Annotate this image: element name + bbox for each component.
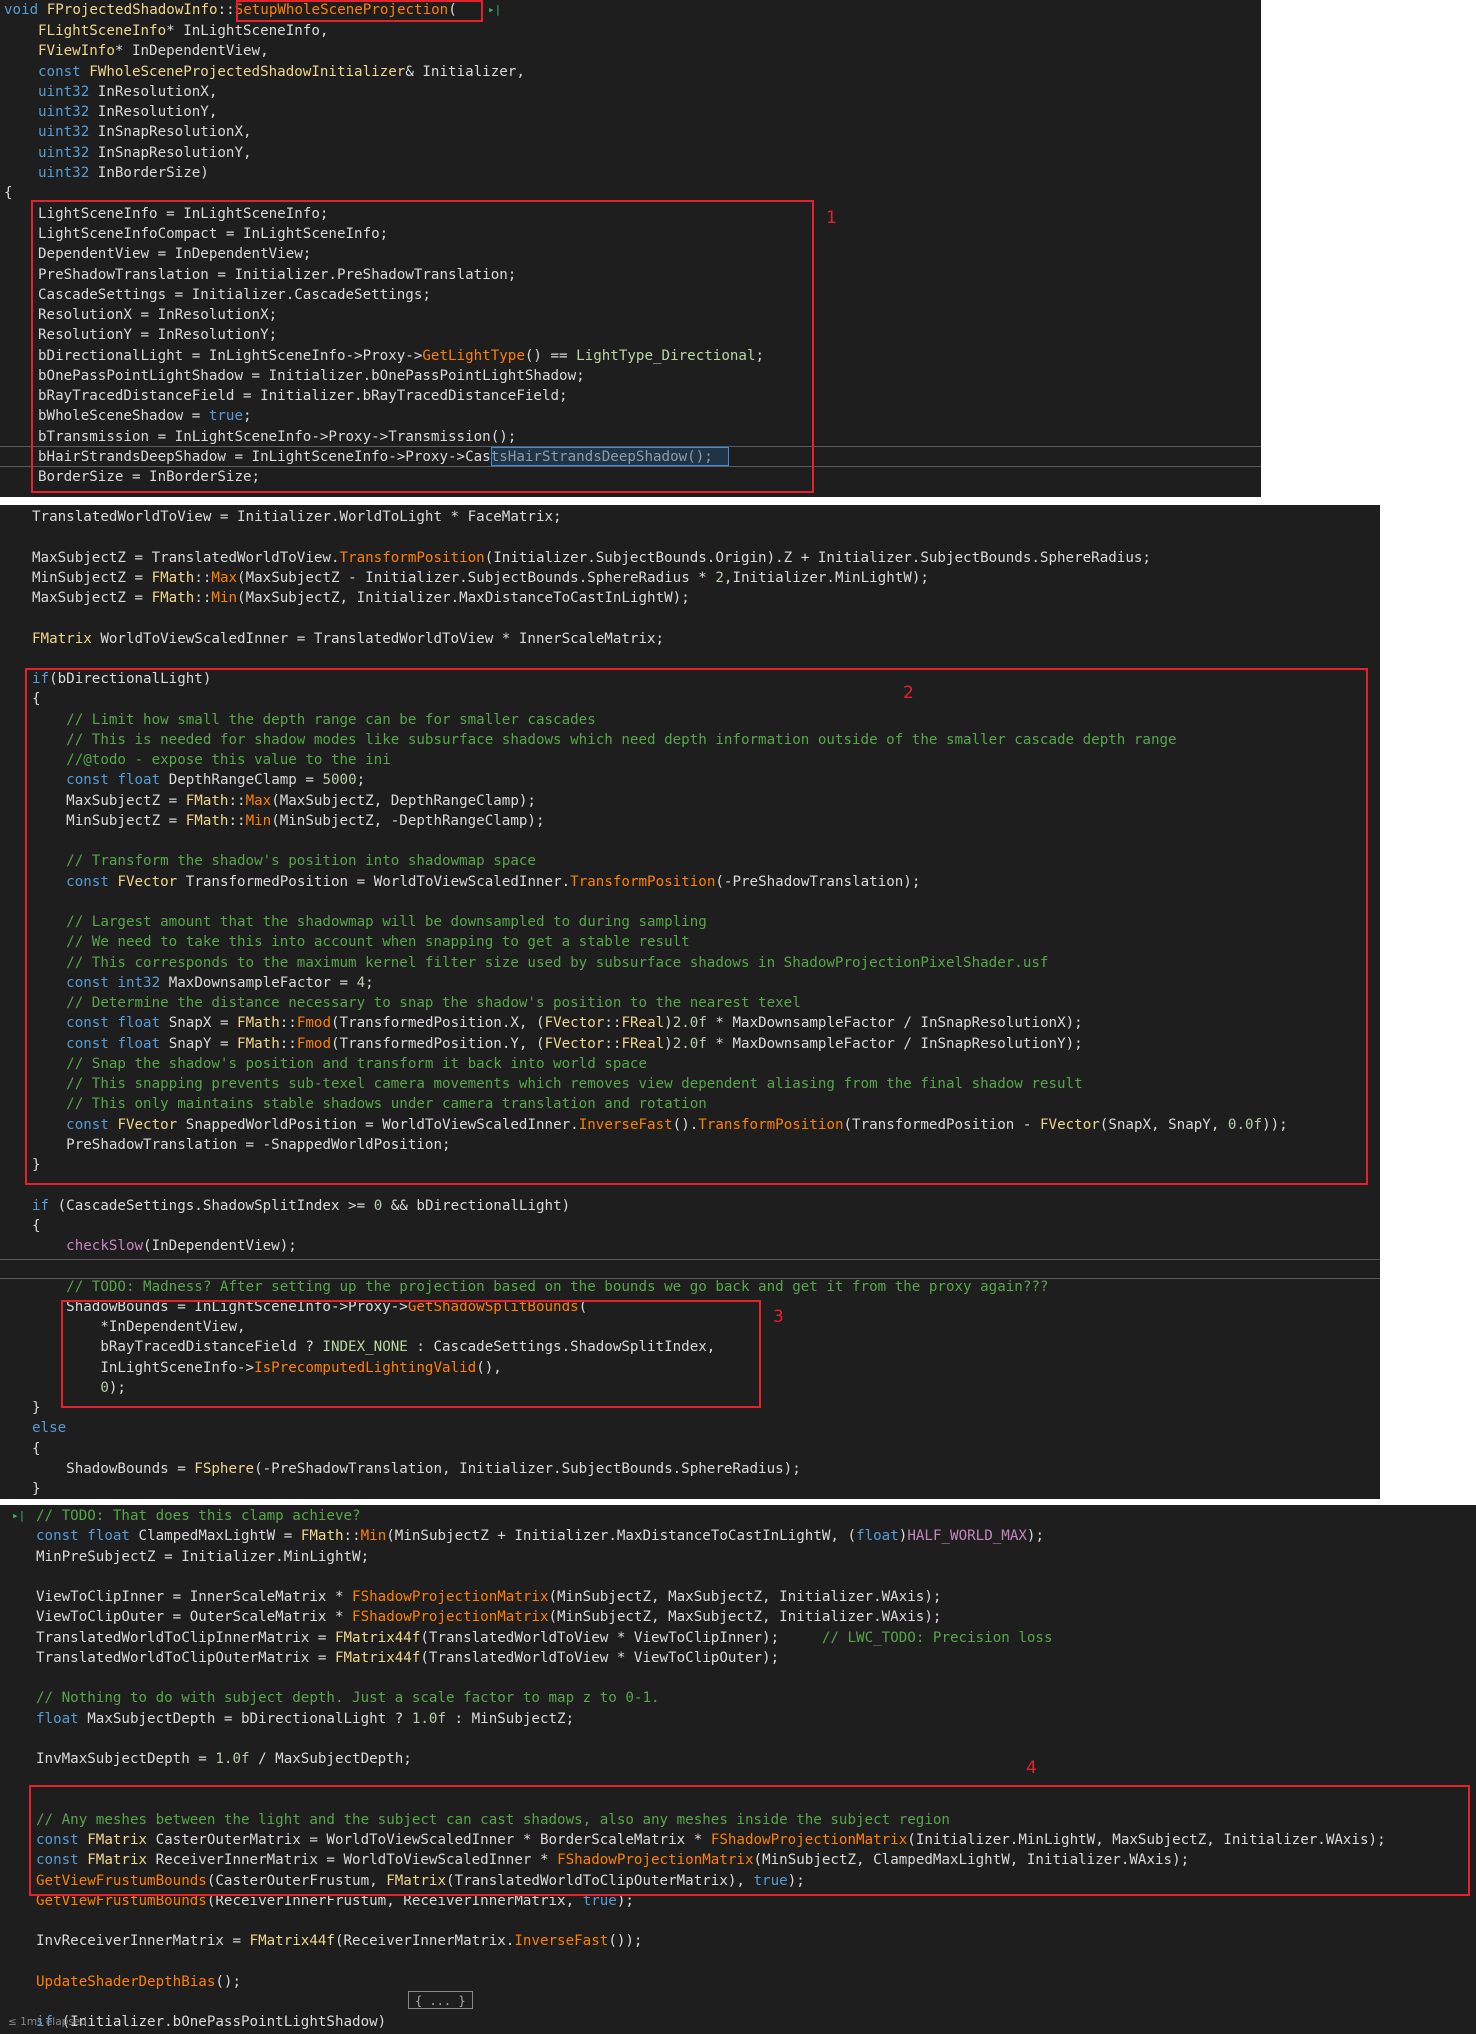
panel2-code-line: if (CascadeSettings.ShadowSplitIndex >= …: [32, 1197, 571, 1214]
parameter-code-line: uint32 InSnapResolutionY,: [38, 144, 252, 161]
panel3-code-line: ViewToClipInner = InnerScaleMatrix * FSh…: [36, 1589, 942, 1605]
parameter-code-line: const FWholeSceneProjectedShadowInitiali…: [38, 63, 525, 80]
panel2-code-line: TranslatedWorldToView = Initializer.Worl…: [32, 509, 562, 525]
panel2-code-line: MinSubjectZ = FMath::Max(MaxSubjectZ - I…: [32, 569, 929, 586]
panel3-code-line: [36, 1567, 1476, 1587]
panel2-code-line: {: [32, 1217, 41, 1234]
panel2-code-line: [32, 649, 1380, 669]
panel3-code-line: [36, 1668, 1476, 1688]
parameter-code-line: FLightSceneInfo* InLightSceneInfo,: [38, 23, 329, 40]
parameter-code-line: uint32 InResolutionY,: [38, 104, 218, 121]
collapsed-block-button[interactable]: { ... }: [408, 1991, 473, 2009]
parameter-code-line: uint32 InResolutionX,: [38, 83, 218, 100]
panel3-code-line: [36, 1952, 1476, 1972]
panel3-code-line: TranslatedWorldToClipInnerMatrix = FMatr…: [36, 1629, 1053, 1646]
marker-4: 4: [1026, 1758, 1037, 1778]
panel2-code-line: MaxSubjectZ = FMath::Min(MaxSubjectZ, In…: [32, 590, 690, 606]
panel2-code-line: // TODO: Madness? After setting up the p…: [66, 1278, 1049, 1295]
selected-identifier: [491, 447, 729, 466]
panel3-code-line: [36, 1911, 1476, 1931]
parameter-code-line: uint32 InSnapResolutionX,: [38, 124, 252, 141]
breakpoint-gutter-icon[interactable]: ▸|: [12, 1509, 25, 1522]
code-panel-frustum-setup: // TODO: That does this clamp achieve? co…: [0, 1505, 1476, 2034]
panel2-code-line: [32, 608, 1380, 628]
panel3-code-line: MinPreSubjectZ = Initializer.MinLightW;: [36, 1548, 370, 1565]
parameter-code-line: FViewInfo* InDependentView,: [38, 43, 269, 60]
marker-3: 3: [773, 1307, 784, 1327]
panel3-code-line: if (Initializer.bOnePassPointLightShadow…: [36, 2014, 387, 2031]
panel3-code-line: // TODO: That does this clamp achieve?: [36, 1508, 361, 1524]
panel3-code-line: InvMaxSubjectDepth = 1.0f / MaxSubjectDe…: [36, 1751, 412, 1767]
marker-2: 2: [903, 683, 914, 703]
panel3-code-line: ViewToClipOuter = OuterScaleMatrix * FSh…: [36, 1609, 942, 1626]
code-panel-function-header: void FProjectedShadowInfo::SetupWholeSce…: [0, 0, 1261, 497]
code-lines-panel-3: // TODO: That does this clamp achieve? co…: [0, 1505, 1476, 2034]
panel2-code-line: FMatrix WorldToViewScaledInner = Transla…: [32, 630, 665, 647]
parameter-code-line: uint32 InBorderSize): [38, 164, 209, 181]
panel3-code-line: InvReceiverInnerMatrix = FMatrix44f(Rece…: [36, 1933, 643, 1950]
codelens-run-icon[interactable]: ▸|: [488, 3, 501, 16]
panel3-code-line: const float ClampedMaxLightW = FMath::Mi…: [36, 1528, 1045, 1545]
highlight-box-2: [25, 668, 1368, 1185]
panel2-code-line: {: [32, 1440, 41, 1457]
panel3-code-line: // Nothing to do with subject depth. Jus…: [36, 1690, 660, 1707]
panel3-code-line: [36, 1729, 1476, 1749]
panel3-code-line: [36, 1992, 1476, 2012]
panel2-code-line: checkSlow(InDependentView);: [66, 1238, 297, 1254]
panel2-code-line: else: [32, 1420, 67, 1437]
current-line-highlight: [0, 1278, 1380, 1279]
panel3-code-line: TranslatedWorldToClipOuterMatrix = FMatr…: [36, 1649, 780, 1666]
highlight-box-4: [29, 1785, 1470, 1896]
panel2-code-line: MaxSubjectZ = TranslatedWorldToView.Tran…: [32, 549, 1151, 566]
panel3-code-line: UpdateShaderDepthBias();: [36, 1973, 241, 1990]
panel3-code-line: float MaxSubjectDepth = bDirectionalLigh…: [36, 1710, 575, 1727]
marker-1: 1: [826, 208, 837, 228]
code-panel-projection-setup: TranslatedWorldToView = Initializer.Worl…: [0, 505, 1380, 1499]
panel2-code-line: [32, 527, 1380, 547]
highlight-box-3: [61, 1300, 761, 1408]
perf-tip-status: ≤ 1ms elapsed: [8, 2016, 87, 2028]
highlight-box-function-name: [236, 0, 483, 22]
panel2-code-line: ShadowBounds = FSphere(-PreShadowTransla…: [32, 1460, 801, 1477]
current-line-highlight: [0, 1259, 1380, 1260]
function-signature[interactable]: void FProjectedShadowInfo::SetupWholeSce…: [4, 0, 1261, 20]
panel2-code-line: }: [32, 1481, 41, 1497]
